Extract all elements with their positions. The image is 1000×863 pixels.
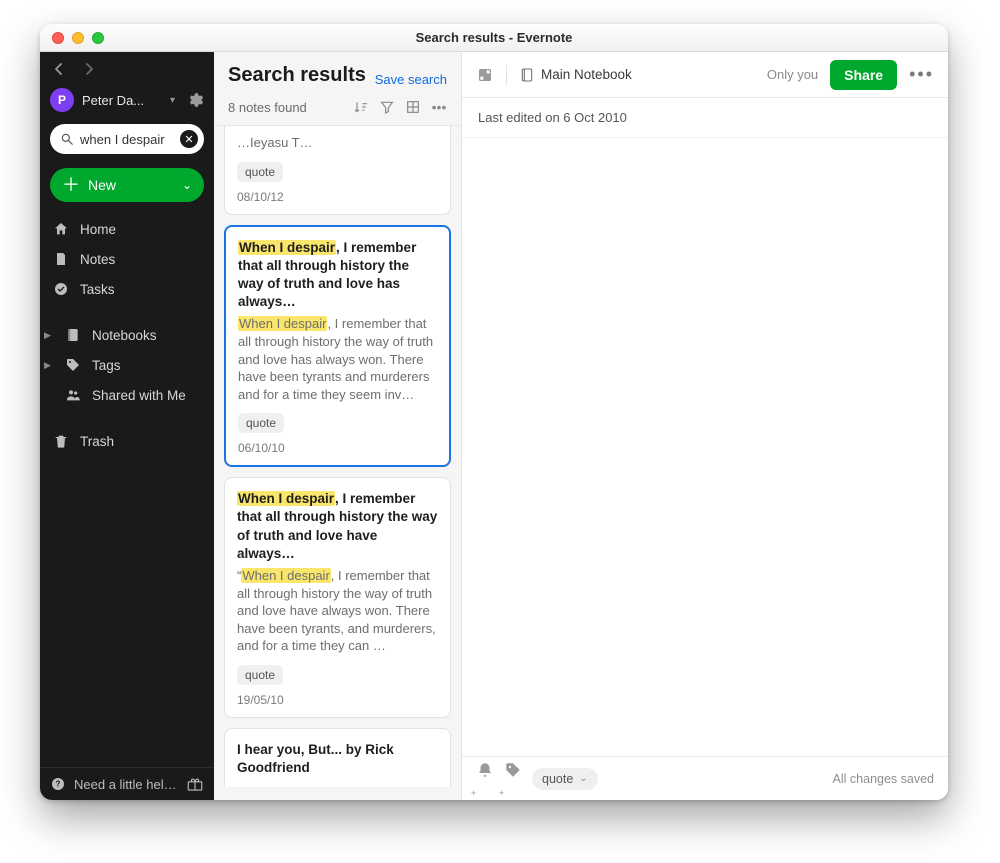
app-window: Search results - Evernote P Peter Da... … (40, 24, 948, 800)
result-title: When I despair, I remember that all thro… (238, 239, 437, 312)
help-label: Need a little help? (74, 777, 178, 792)
check-circle-icon (52, 281, 70, 297)
note-view: Main Notebook Only you Share ••• Last ed… (462, 52, 948, 800)
svg-text:+: + (499, 789, 504, 797)
result-tag: quote (238, 413, 284, 433)
result-tag: quote (237, 665, 283, 685)
share-button[interactable]: Share (830, 60, 897, 90)
sidebar-item-trash[interactable]: Trash (40, 426, 214, 456)
chevron-down-icon: ⌄ (579, 773, 587, 784)
sidebar-item-label: Home (80, 222, 116, 237)
more-button[interactable]: ••• (431, 99, 447, 115)
result-title: I hear you, But... by Rick Goodfriend (237, 741, 438, 777)
results-count: 8 notes found (228, 100, 307, 115)
disclosure-icon: ▶ (44, 330, 54, 341)
help-footer[interactable]: ? Need a little help? (40, 767, 214, 800)
home-icon (52, 221, 70, 237)
titlebar: Search results - Evernote (40, 24, 948, 52)
nav-back[interactable] (50, 60, 68, 78)
sidebar-group-label: Notebooks (92, 328, 157, 343)
result-card[interactable]: When I despair, I remember that all thro… (224, 477, 451, 718)
notebook-icon (64, 327, 82, 343)
sidebar-group-label: Tags (92, 358, 121, 373)
window-title: Search results - Evernote (40, 30, 948, 45)
reminder-button[interactable]: + (476, 761, 494, 797)
sidebar-item-label: Notes (80, 252, 115, 267)
result-date: 19/05/10 (237, 693, 438, 707)
save-status: All changes saved (833, 772, 934, 786)
result-tag: quote (237, 162, 283, 182)
sidebar-item-label: Tasks (80, 282, 115, 297)
sidebar-group-tags[interactable]: ▶ Tags (40, 350, 214, 380)
settings-button[interactable] (186, 91, 204, 109)
last-edited-label: Last edited on 6 Oct 2010 (462, 98, 948, 138)
account-name: Peter Da... (82, 93, 162, 108)
clear-search-button[interactable]: ✕ (180, 130, 198, 148)
avatar: P (50, 88, 74, 112)
result-date: 06/10/10 (238, 441, 437, 455)
chevron-down-icon: ⌄ (182, 178, 192, 192)
result-snippet: “When I despair, I remember that all thr… (237, 567, 438, 655)
note-footer: + + quote ⌄ All changes saved (462, 756, 948, 800)
note-toolbar: Main Notebook Only you Share ••• (462, 52, 948, 98)
result-snippet: When I despair, I remember that all thro… (238, 315, 437, 403)
sidebar-item-tasks[interactable]: Tasks (40, 274, 214, 304)
save-search-link[interactable]: Save search (375, 72, 447, 87)
new-button[interactable]: ＋ New ⌄ (50, 168, 204, 202)
help-icon: ? (50, 776, 66, 792)
note-icon (52, 251, 70, 267)
search-icon (60, 132, 74, 146)
sidebar-group-notebooks[interactable]: ▶ Notebooks (40, 320, 214, 350)
notebook-icon (519, 67, 535, 83)
disclosure-icon: ▶ (44, 360, 54, 371)
more-actions-button[interactable]: ••• (909, 64, 934, 85)
gift-icon[interactable] (186, 776, 204, 792)
sidebar: P Peter Da... ▾ ✕ ＋ New (40, 52, 214, 800)
sidebar-group-shared[interactable]: Shared with Me (40, 380, 214, 410)
chevron-down-icon: ▾ (170, 95, 175, 106)
plus-icon: ＋ (62, 176, 80, 194)
tag-chip[interactable]: quote ⌄ (532, 768, 598, 790)
view-mode-button[interactable] (405, 99, 421, 115)
note-body[interactable] (462, 138, 948, 756)
svg-text:?: ? (56, 780, 61, 789)
visibility-label[interactable]: Only you (767, 67, 818, 82)
sidebar-group-label: Shared with Me (92, 388, 186, 403)
notebook-selector[interactable]: Main Notebook (519, 67, 632, 83)
result-fragment: …Ieyasu T… (237, 134, 438, 152)
results-title: Search results (228, 64, 366, 87)
add-tag-button[interactable]: + (504, 761, 522, 797)
search-field[interactable]: ✕ (50, 124, 204, 154)
search-input[interactable] (80, 132, 174, 147)
people-icon (64, 387, 82, 403)
notebook-name: Main Notebook (541, 67, 632, 82)
svg-text:+: + (471, 789, 476, 797)
expand-button[interactable] (476, 66, 494, 84)
filter-button[interactable] (379, 99, 395, 115)
result-card-selected[interactable]: When I despair, I remember that all thro… (224, 225, 451, 468)
result-card[interactable]: …Ieyasu T… quote 08/10/12 (224, 126, 451, 215)
trash-icon (52, 433, 70, 449)
sidebar-item-notes[interactable]: Notes (40, 244, 214, 274)
result-title: When I despair, I remember that all thro… (237, 490, 438, 563)
account-switcher[interactable]: P Peter Da... ▾ (40, 78, 214, 116)
tag-icon (64, 357, 82, 373)
nav-forward[interactable] (80, 60, 98, 78)
new-label: New (88, 177, 116, 193)
result-card[interactable]: I hear you, But... by Rick Goodfriend (224, 728, 451, 787)
result-date: 08/10/12 (237, 190, 438, 204)
sort-button[interactable] (353, 99, 369, 115)
sidebar-item-label: Trash (80, 434, 114, 449)
sidebar-item-home[interactable]: Home (40, 214, 214, 244)
results-column: Search results Save search 8 notes found (214, 52, 462, 800)
